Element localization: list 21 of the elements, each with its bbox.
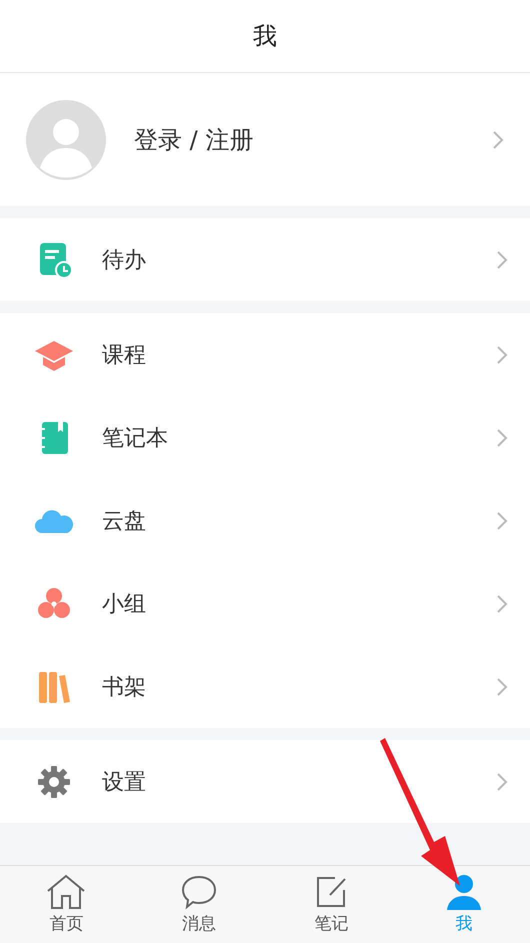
chevron-right-icon <box>496 428 508 448</box>
menu-item[interactable]: 小组 <box>0 562 530 645</box>
chevron-right-icon <box>496 772 508 792</box>
chevron-right-icon <box>496 250 508 270</box>
menu-item[interactable]: 课程 <box>0 313 530 396</box>
chevron-right-icon <box>496 344 508 364</box>
chevron-right-icon <box>496 594 508 614</box>
page-title: 我 <box>253 21 277 52</box>
menu-item[interactable]: 待办 <box>0 218 530 301</box>
chevron-right-icon <box>496 676 508 696</box>
home-icon <box>46 874 86 910</box>
tab[interactable]: 首页 <box>0 866 132 943</box>
menu-item[interactable]: 云盘 <box>0 479 530 562</box>
chevron-right-icon <box>492 130 504 150</box>
tab[interactable]: 笔记 <box>265 866 398 943</box>
chevron-right-icon <box>496 510 508 530</box>
avatar-icon <box>26 100 106 180</box>
menu-item[interactable]: 书架 <box>0 645 530 728</box>
menu-item[interactable]: 笔记本 <box>0 396 530 479</box>
login-row[interactable]: 登录 / 注册 <box>0 73 530 206</box>
tab[interactable]: 消息 <box>132 866 265 943</box>
